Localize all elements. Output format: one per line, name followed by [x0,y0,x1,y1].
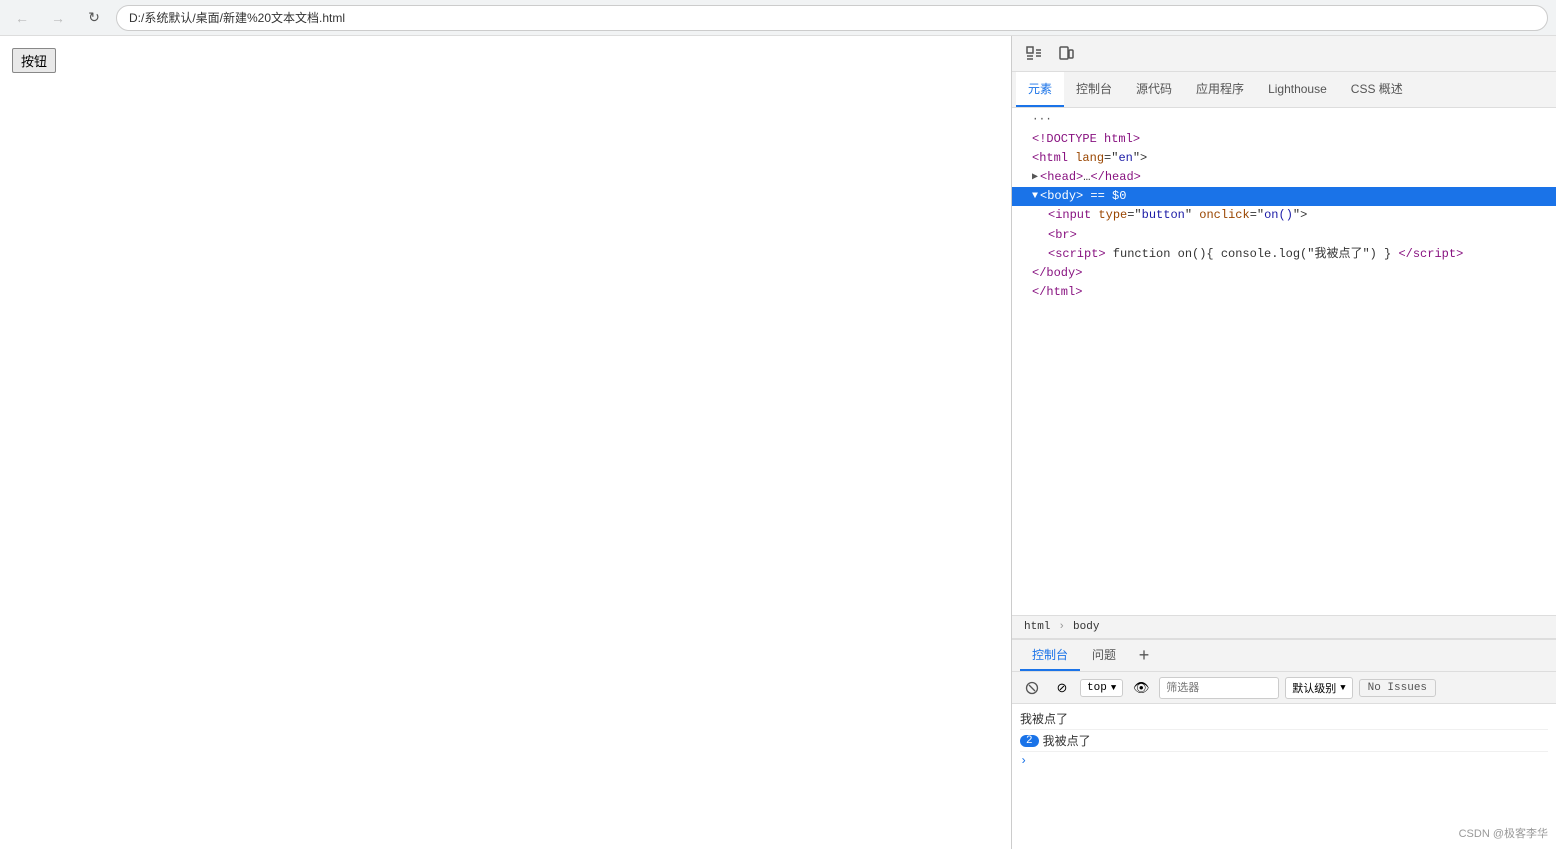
eq2: =" [1250,206,1264,225]
body-close-tag: </body> [1032,264,1082,283]
devtools-panel: 元素 控制台 源代码 应用程序 Lighthouse CSS 概述 ··· <!… [1011,36,1556,849]
console-clear-button[interactable] [1020,676,1044,700]
script-line[interactable]: <script> function on(){ console.log("我被点… [1012,245,1556,264]
head-line[interactable]: ▶ <head>…</head> [1012,168,1556,187]
address-bar[interactable]: D:/系统默认/桌面/新建%20文本文档.html [116,5,1548,31]
doctype-line[interactable]: <!DOCTYPE html> [1012,130,1556,149]
input-open: <input [1048,206,1098,225]
onclick-attr: onclick [1199,206,1249,225]
page-content: 按钮 [0,36,1011,849]
console-tab-issues[interactable]: 问题 [1080,640,1128,671]
html-close-line[interactable]: </html> [1012,283,1556,302]
console-filter-toggle[interactable]: ⊘ [1050,676,1074,700]
context-select[interactable]: top ▼ [1080,679,1123,697]
forward-button[interactable]: → [44,4,72,32]
script-content: function on(){ console.log("我被点了") } [1106,245,1399,264]
no-issues-badge: No Issues [1359,679,1436,697]
body-line[interactable]: ▼ <body> == $0 [1012,187,1556,206]
console-eye-button[interactable]: 👁 [1129,676,1153,700]
address-text: D:/系统默认/桌面/新建%20文本文档.html [129,9,345,26]
context-label: top [1087,682,1107,694]
q1: " [1185,206,1199,225]
script-open-tag: <script> [1048,245,1106,264]
html-dots-line: ··· [1012,112,1556,130]
console-panel: 控制台 问题 + ⊘ top ▼ 👁 [1012,639,1556,849]
head-close-tag: </head> [1090,168,1140,187]
elements-panel: ··· <!DOCTYPE html> <html lang="en"> ▶ <… [1012,108,1556,615]
head-tag: <head> [1040,168,1083,187]
device-toggle-button[interactable] [1052,40,1080,68]
breadcrumb-separator: › [1058,621,1065,633]
tab-elements[interactable]: 元素 [1016,72,1064,107]
console-add-tab-button[interactable]: + [1132,644,1156,668]
console-prompt-line: › [1020,752,1548,770]
breadcrumb-body[interactable]: body [1069,619,1103,635]
browser-toolbar: ← → ↻ D:/系统默认/桌面/新建%20文本文档.html [0,0,1556,36]
devtools-tabs: 元素 控制台 源代码 应用程序 Lighthouse CSS 概述 [1012,72,1556,108]
head-ellipsis: … [1083,168,1090,187]
q2: "> [1293,206,1307,225]
tab-console[interactable]: 控制台 [1064,72,1124,107]
level-select[interactable]: 默认级别 ▼ [1285,677,1352,699]
console-tab-console[interactable]: 控制台 [1020,640,1080,671]
body-eq: == [1083,187,1112,206]
br-tag: <br> [1048,226,1077,245]
script-close-tag: </script> [1398,245,1463,264]
console-text-1: 我被点了 [1020,710,1068,727]
console-filter-input[interactable] [1159,677,1279,699]
triangle-icon[interactable]: ▶ [1032,170,1038,186]
level-dropdown-icon: ▼ [1340,683,1345,693]
console-line-2: 2 我被点了 [1020,730,1548,752]
count-badge: 2 [1020,735,1039,747]
doctype-tag: <!DOCTYPE html> [1032,130,1140,149]
console-text-2: 我被点了 [1043,732,1091,749]
tab-sources[interactable]: 源代码 [1124,72,1184,107]
context-dropdown-icon: ▼ [1111,683,1116,693]
body-dollar: $0 [1112,187,1126,206]
console-toolbar: ⊘ top ▼ 👁 默认级别 ▼ No Issues [1012,672,1556,704]
equals: =" [1104,149,1118,168]
console-tabs: 控制台 问题 + [1012,640,1556,672]
console-chevron-icon: › [1020,754,1027,768]
inspect-element-button[interactable] [1020,40,1048,68]
watermark: CSDN @极客李华 [1459,825,1548,841]
html-tag-line[interactable]: <html lang="en"> [1012,149,1556,168]
type-val: button [1142,206,1185,225]
tab-application[interactable]: 应用程序 [1184,72,1256,107]
refresh-button[interactable]: ↻ [80,4,108,32]
lang-attr-val: en [1118,149,1132,168]
tab-lighthouse[interactable]: Lighthouse [1256,72,1339,107]
br-line[interactable]: <br> [1012,226,1556,245]
breadcrumb-bar: html › body [1012,615,1556,639]
body-close-line[interactable]: </body> [1012,264,1556,283]
body-triangle-icon[interactable]: ▼ [1032,189,1038,205]
onclick-val: on() [1264,206,1293,225]
tab-css-overview[interactable]: CSS 概述 [1339,72,1415,107]
devtools-icon-toolbar [1012,36,1556,72]
html-close-tag: </html> [1032,283,1082,302]
body-open-tag: <body> [1040,187,1083,206]
back-button[interactable]: ← [8,4,36,32]
main-area: 按钮 元素 [0,36,1556,849]
html-open-tag: <html [1032,149,1075,168]
input-line[interactable]: <input type="button" onclick="on()"> [1012,206,1556,225]
level-label: 默认级别 [1292,680,1336,696]
close-quote: "> [1133,149,1147,168]
eq1: =" [1127,206,1141,225]
dots-indicator: ··· [1032,112,1052,130]
type-attr: type [1098,206,1127,225]
console-line-1: 我被点了 [1020,708,1548,730]
breadcrumb-html[interactable]: html [1020,619,1054,635]
lang-attr-name: lang [1075,149,1104,168]
page-demo-button[interactable]: 按钮 [12,48,56,73]
